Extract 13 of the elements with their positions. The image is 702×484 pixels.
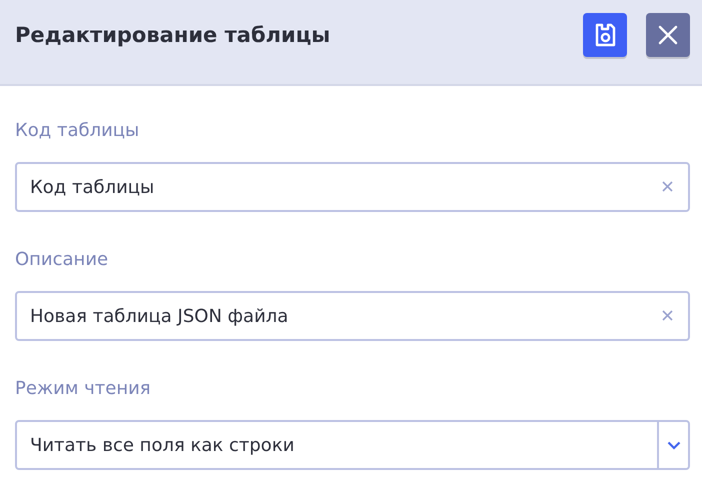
input-field[interactable]: Код таблицы: [15, 162, 690, 212]
field-label: Описание: [15, 248, 110, 272]
clear-icon[interactable]: [662, 310, 673, 321]
window-title: Редактирование таблицы: [15, 23, 330, 47]
input-field[interactable]: Новая таблица JSON файла: [15, 291, 690, 341]
close-icon: [658, 25, 678, 45]
clear-icon[interactable]: [662, 181, 673, 192]
dropdown-field[interactable]: Читать все поля как строки: [15, 420, 690, 470]
chevron-down-icon[interactable]: [666, 440, 680, 450]
field-label: Код таблицы: [15, 119, 140, 143]
field-label: Режим чтения: [15, 377, 152, 401]
save-button[interactable]: [583, 13, 627, 57]
close-button[interactable]: [646, 13, 690, 57]
